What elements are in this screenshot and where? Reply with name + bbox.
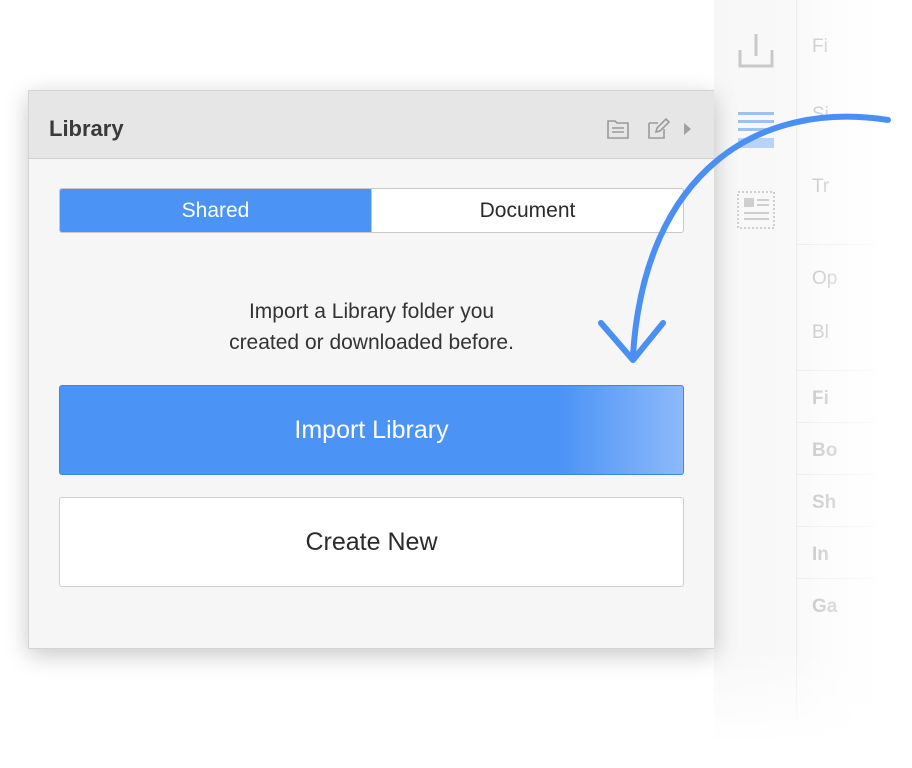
panel-header: Library: [29, 91, 714, 159]
inspector-icon-column: [714, 0, 797, 720]
library-panel: Library Shared Document Import a Library…: [28, 90, 714, 649]
inspector-fade: [714, 648, 912, 768]
edit-icon[interactable]: [646, 117, 670, 141]
folder-icon[interactable]: [606, 117, 630, 141]
create-new-button[interactable]: Create New: [59, 497, 684, 587]
hint-line: created or downloaded before.: [229, 331, 514, 354]
export-icon[interactable]: [734, 28, 778, 72]
tab-document[interactable]: Document: [371, 189, 683, 232]
disclosure-triangle-icon[interactable]: [681, 117, 695, 141]
align-text-icon[interactable]: [734, 108, 778, 152]
inspector-panel: Fi Si Tr Op Bl Fi Bo Sh In Ga: [714, 0, 912, 768]
hint-line: Import a Library folder you: [248, 300, 495, 323]
import-library-button[interactable]: Import Library: [59, 385, 684, 475]
panel-title: Library: [49, 116, 124, 141]
tab-shared[interactable]: Shared: [60, 189, 371, 232]
layout-icon[interactable]: [734, 188, 778, 232]
import-hint: Import a Library folder you created or d…: [29, 296, 714, 358]
library-source-tabs: Shared Document: [59, 188, 684, 233]
